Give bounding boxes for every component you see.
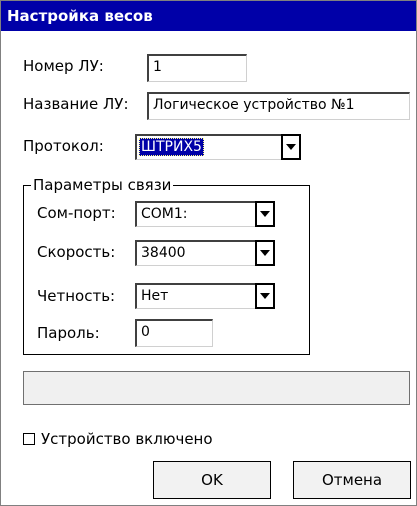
window-title: Настройка весов xyxy=(1,1,416,31)
protocol-label: Протокол: xyxy=(23,137,104,155)
parity-dropdown-button[interactable] xyxy=(255,283,275,309)
com-port-label: Сом-порт: xyxy=(37,204,116,222)
password-label: Пароль: xyxy=(37,324,100,342)
protocol-dropdown-button[interactable] xyxy=(281,134,301,160)
chevron-down-icon xyxy=(260,211,270,217)
speed-label: Скорость: xyxy=(37,243,116,261)
protocol-select[interactable]: ШТРИХ5 xyxy=(135,134,301,160)
parity-label: Четность: xyxy=(37,287,116,305)
chevron-down-icon xyxy=(260,250,270,256)
lu-number-field[interactable]: 1 xyxy=(147,54,247,82)
checkbox-icon[interactable] xyxy=(23,433,35,445)
com-port-select[interactable]: COM1: xyxy=(135,201,275,227)
parity-select[interactable]: Нет xyxy=(135,283,275,309)
com-port-value: COM1: xyxy=(135,201,255,227)
ok-button[interactable]: OK xyxy=(153,461,271,499)
protocol-value: ШТРИХ5 xyxy=(135,134,281,160)
password-field[interactable]: 0 xyxy=(135,319,213,347)
settings-dialog: Настройка весов Номер ЛУ: 1 Название ЛУ:… xyxy=(0,0,417,506)
lu-number-label: Номер ЛУ: xyxy=(23,57,104,75)
status-box xyxy=(23,371,410,405)
lu-name-field[interactable]: Логическое устройство №1 xyxy=(147,92,410,120)
speed-select[interactable]: 38400 xyxy=(135,240,275,266)
device-enabled-label: Устройство включено xyxy=(41,430,213,448)
chevron-down-icon xyxy=(286,144,296,150)
lu-name-label: Название ЛУ: xyxy=(23,95,129,113)
speed-value: 38400 xyxy=(135,240,255,266)
connection-params-title: Параметры связи xyxy=(31,175,174,195)
com-port-dropdown-button[interactable] xyxy=(255,201,275,227)
device-enabled-checkbox[interactable]: Устройство включено xyxy=(23,429,213,449)
speed-dropdown-button[interactable] xyxy=(255,240,275,266)
chevron-down-icon xyxy=(260,293,270,299)
parity-value: Нет xyxy=(135,283,255,309)
cancel-button[interactable]: Отмена xyxy=(293,461,411,499)
